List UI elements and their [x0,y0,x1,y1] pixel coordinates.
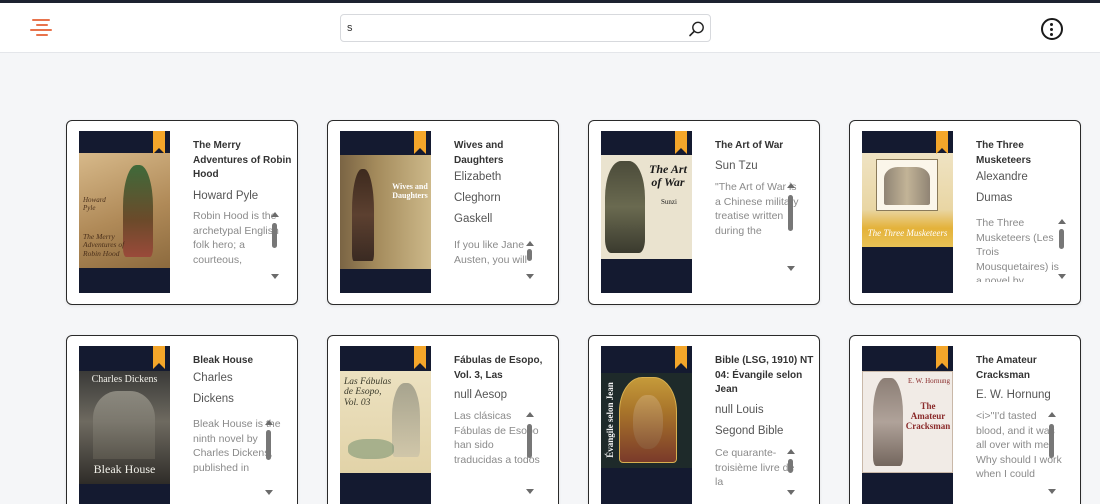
book-description: Robin Hood is the archetypal English fol… [193,210,279,266]
book-info: Wives and Daughters Elizabeth Cleghorn G… [454,139,554,230]
description-scrollbar[interactable] [1057,219,1067,279]
book-author: null Louis [715,403,764,416]
book-author: null Aesop [454,389,508,401]
book-cover: Las Fábulas de Esopo, Vol. 03 [340,346,431,504]
book-author: Alexandre [976,171,1028,183]
book-author: Elizabeth [454,171,502,183]
book-cover: Howard Pyle The Merry Adventures of Robin… [79,131,170,293]
description-scrollbar[interactable] [525,241,535,279]
book-card[interactable]: The Three Musketeers The Three Musketeer… [849,120,1081,305]
book-info: Bible (LSG, 1910) NT 04: Évangile selon … [715,354,815,442]
book-info: Fábulas de Esopo, Vol. 3, Las null Aesop [454,354,554,406]
book-cover: The Three Musketeers [862,131,953,293]
book-cover: Évangile selon Jean [601,346,692,504]
book-info: The Merry Adventures of Robin Hood Howar… [193,139,293,207]
book-description: The Three Musketeers (Les Trois Mousquet… [976,217,1059,282]
book-title: The Three Musketeers [976,140,1032,166]
description-scrollbar[interactable] [525,412,535,494]
book-card[interactable]: Las Fábulas de Esopo, Vol. 03 Fábulas de… [327,335,559,504]
book-cover: Wives and Daughters [340,131,431,293]
more-options-icon[interactable] [1041,18,1063,40]
book-author: Charles [193,371,233,384]
book-card[interactable]: E. W. Hornung The Amateur Cracksman The … [849,335,1081,504]
book-cover: E. W. Hornung The Amateur Cracksman [862,346,953,504]
book-author: E. W. Hornung [976,389,1051,401]
book-author: Cleghorn [454,192,501,204]
book-card[interactable]: Howard Pyle The Merry Adventures of Robin… [66,120,298,305]
book-cover: The Art of War Sunzi [601,131,692,293]
search-box [340,14,711,42]
book-card[interactable]: The Art of War Sunzi The Art of War Sun … [588,120,820,305]
book-title: Wives and Daughters [454,140,504,166]
book-author: Howard Pyle [193,189,259,202]
book-info: The Amateur Cracksman E. W. Hornung [976,354,1076,406]
description-scrollbar[interactable] [264,420,274,495]
book-info: The Three Musketeers Alexandre Dumas [976,139,1076,209]
book-card[interactable]: Charles Dickens Bleak House Bleak House … [66,335,298,504]
book-title: The Art of War [715,140,784,151]
book-author: Dumas [976,192,1013,204]
book-description-box: Robin Hood is the archetypal English fol… [193,209,281,281]
book-title: The Merry Adventures of Robin Hood [193,140,292,180]
search-input[interactable] [341,15,681,41]
description-scrollbar[interactable] [786,449,796,495]
book-author: Gaskell [454,213,493,225]
book-title: Bible (LSG, 1910) NT 04: Évangile selon … [715,355,814,395]
book-author: Segond Bible [715,424,784,437]
book-card[interactable]: Wives and Daughters Wives and Daughters … [327,120,559,305]
description-scrollbar[interactable] [786,183,796,271]
book-title: Fábulas de Esopo, Vol. 3, Las [454,355,543,381]
description-scrollbar[interactable] [270,212,280,279]
book-description-box: The Three Musketeers (Les Trois Mousquet… [976,216,1064,282]
book-info: The Art of War Sun Tzu [715,139,815,177]
book-author: Sun Tzu [715,159,758,172]
book-title: The Amateur Cracksman [976,355,1037,381]
book-author: Dickens [193,392,234,405]
app-header [0,3,1100,53]
book-cover: Charles Dickens Bleak House [79,346,170,504]
book-title: Bleak House [193,355,254,366]
description-scrollbar[interactable] [1047,412,1057,494]
hamburger-icon[interactable] [28,15,54,41]
book-info: Bleak House Charles Dickens [193,354,293,410]
book-card[interactable]: Évangile selon Jean Bible (LSG, 1910) NT… [588,335,820,504]
search-icon[interactable] [688,20,706,38]
